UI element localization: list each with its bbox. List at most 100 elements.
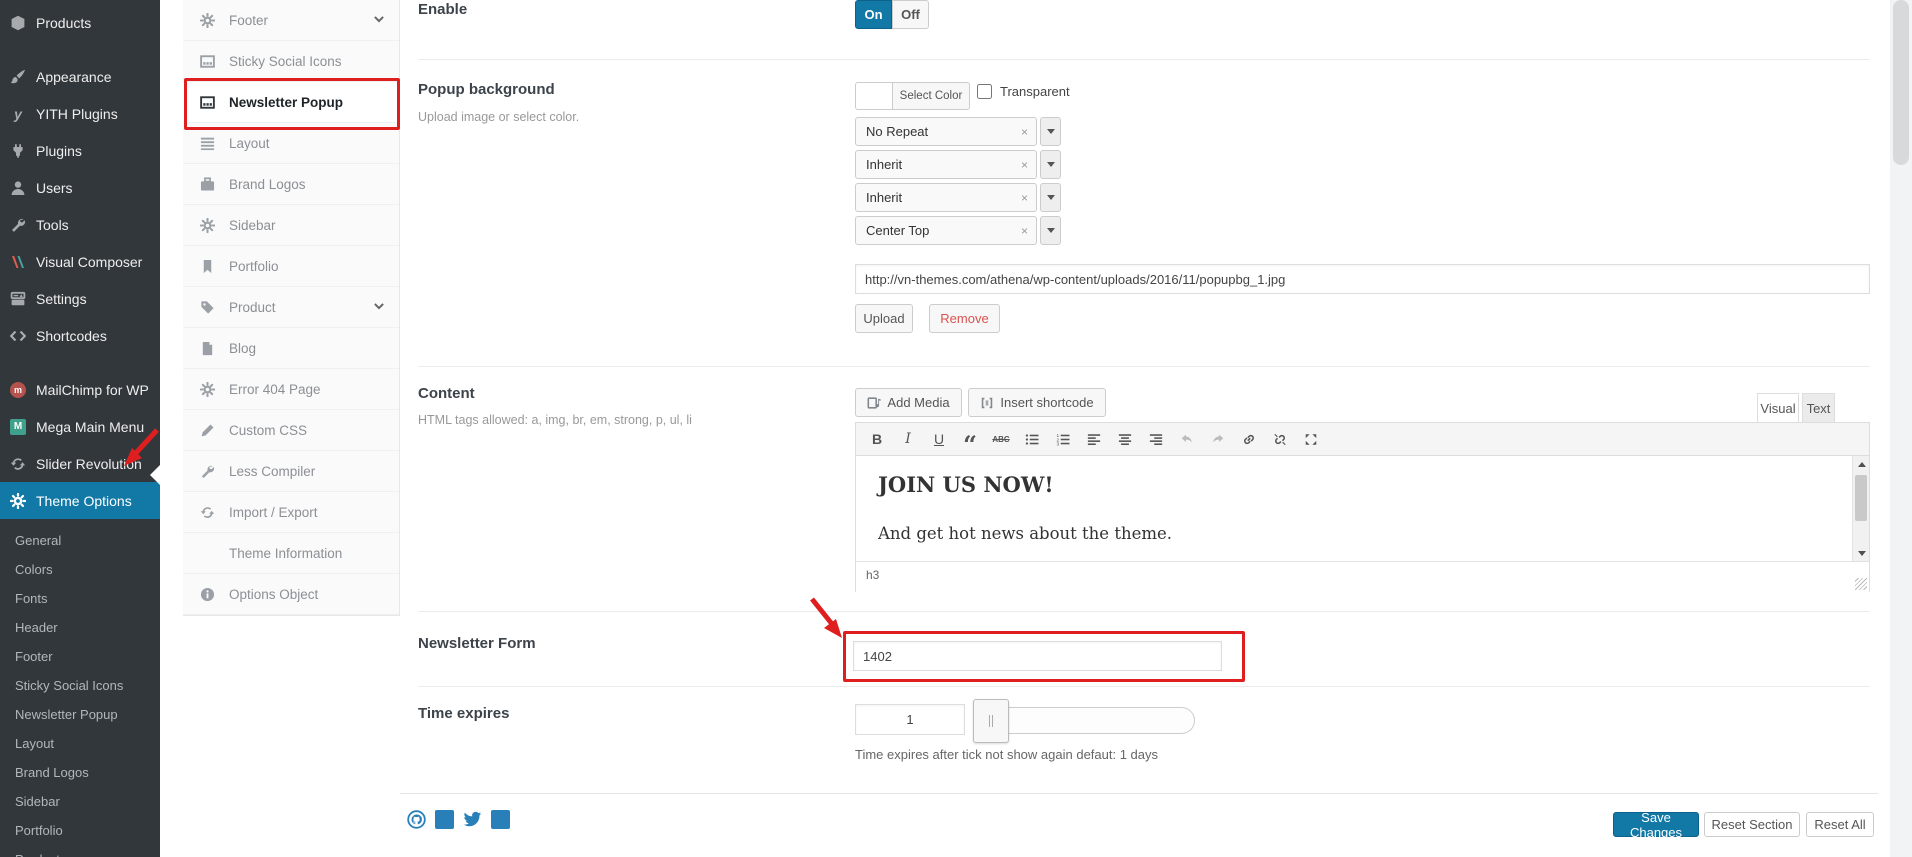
align-right-button[interactable] [1143, 427, 1169, 451]
sidebar-item-label: YITH Plugins [36, 106, 118, 122]
background-attachment-select[interactable]: Inherit× [855, 183, 1037, 212]
page-scrollbar[interactable] [1890, 0, 1912, 857]
github-icon[interactable] [407, 810, 426, 829]
clear-selection-icon[interactable]: × [1021, 158, 1028, 172]
facebook-icon[interactable]: f [435, 810, 454, 829]
enable-off-button[interactable]: Off [892, 0, 929, 29]
clear-selection-icon[interactable]: × [1021, 224, 1028, 238]
background-attachment-dropdown-arrow[interactable] [1040, 183, 1061, 212]
background-size-select[interactable]: Inherit× [855, 150, 1037, 179]
submenu-item-layout[interactable]: Layout [0, 729, 160, 758]
sidebar-item-theme-options[interactable]: Theme Options [0, 482, 160, 519]
background-size-dropdown-arrow[interactable] [1040, 150, 1061, 179]
background-repeat-select[interactable]: No Repeat× [855, 117, 1037, 146]
submenu-item-fonts[interactable]: Fonts [0, 584, 160, 613]
submenu-item-colors[interactable]: Colors [0, 555, 160, 584]
editor-content-area[interactable]: JOIN US NOW! And get hot news about the … [856, 456, 1869, 561]
sidebar-item-tools[interactable]: Tools [0, 206, 160, 243]
options-item-error-404[interactable]: Error 404 Page [183, 369, 399, 410]
enable-on-button[interactable]: On [855, 0, 892, 29]
sidebar-item-mega-main-menu[interactable]: MMega Main Menu [0, 408, 160, 445]
twitter-icon[interactable] [463, 810, 482, 829]
undo-button[interactable] [1174, 427, 1200, 451]
options-item-less-compiler[interactable]: Less Compiler [183, 451, 399, 492]
options-item-portfolio[interactable]: Portfolio [183, 246, 399, 287]
options-item-theme-information[interactable]: Theme Information [183, 533, 399, 574]
clear-selection-icon[interactable]: × [1021, 191, 1028, 205]
bulleted-list-button[interactable] [1019, 427, 1045, 451]
redo-button[interactable] [1205, 427, 1231, 451]
color-swatch[interactable] [855, 82, 893, 110]
options-item-sidebar[interactable]: Sidebar [183, 205, 399, 246]
background-position-select[interactable]: Center Top× [855, 216, 1037, 245]
add-media-button[interactable]: Add Media [855, 388, 962, 417]
bold-button[interactable]: B [864, 427, 890, 451]
align-center-button[interactable] [1112, 427, 1138, 451]
tab-text[interactable]: Text [1802, 393, 1835, 423]
reset-section-button[interactable]: Reset Section [1704, 812, 1800, 837]
time-expires-slider-handle[interactable] [973, 699, 1009, 743]
transparent-checkbox[interactable] [977, 84, 992, 99]
scrollbar-thumb[interactable] [1855, 475, 1867, 521]
save-changes-button[interactable]: Save Changes [1613, 812, 1699, 837]
sidebar-item-shortcodes[interactable]: Shortcodes [0, 317, 160, 354]
submenu-item-header[interactable]: Header [0, 613, 160, 642]
insert-shortcode-button[interactable]: Insert shortcode [968, 388, 1106, 417]
unlink-button[interactable] [1267, 427, 1293, 451]
sidebar-item-appearance[interactable]: Appearance [0, 58, 160, 95]
options-item-newsletter-popup[interactable]: Newsletter Popup [183, 82, 399, 123]
submenu-item-sticky-social-icons[interactable]: Sticky Social Icons [0, 671, 160, 700]
submenu-item-brand-logos[interactable]: Brand Logos [0, 758, 160, 787]
background-position-dropdown-arrow[interactable] [1040, 216, 1061, 245]
submenu-item-portfolio[interactable]: Portfolio [0, 816, 160, 845]
options-item-footer[interactable]: Footer [183, 0, 399, 41]
wordpress-admin-page: Products Appearance yYITH Plugins Plugin… [0, 0, 1912, 857]
sidebar-item-users[interactable]: Users [0, 169, 160, 206]
resize-grip-icon[interactable] [1855, 578, 1867, 590]
editor-scrollbar[interactable] [1852, 456, 1869, 561]
page-scrollbar-thumb[interactable] [1893, 0, 1909, 165]
align-left-button[interactable] [1081, 427, 1107, 451]
tab-visual[interactable]: Visual [1757, 393, 1799, 423]
remove-button[interactable]: Remove [929, 304, 1000, 333]
submenu-item-sidebar[interactable]: Sidebar [0, 787, 160, 816]
linkedin-icon[interactable]: in [491, 810, 510, 829]
numbered-list-button[interactable] [1050, 427, 1076, 451]
options-item-blog[interactable]: Blog [183, 328, 399, 369]
time-expires-slider-track[interactable] [990, 707, 1195, 734]
sidebar-item-yith-plugins[interactable]: yYITH Plugins [0, 95, 160, 132]
sidebar-item-products[interactable]: Products [0, 4, 160, 41]
sidebar-item-slider-revolution[interactable]: Slider Revolution [0, 445, 160, 482]
strikethrough-button[interactable]: ABC [988, 427, 1014, 451]
options-item-sticky-social-icons[interactable]: Sticky Social Icons [183, 41, 399, 82]
clear-selection-icon[interactable]: × [1021, 125, 1028, 139]
sidebar-item-visual-composer[interactable]: Visual Composer [0, 243, 160, 280]
scroll-up-icon[interactable] [1853, 456, 1870, 472]
options-item-layout[interactable]: Layout [183, 123, 399, 164]
submenu-item-footer[interactable]: Footer [0, 642, 160, 671]
sidebar-item-plugins[interactable]: Plugins [0, 132, 160, 169]
scroll-down-icon[interactable] [1853, 545, 1870, 561]
upload-button[interactable]: Upload [855, 304, 913, 333]
submenu-item-newsletter-popup[interactable]: Newsletter Popup [0, 700, 160, 729]
sidebar-item-settings[interactable]: Settings [0, 280, 160, 317]
reset-all-button[interactable]: Reset All [1806, 812, 1874, 837]
options-item-product[interactable]: Product [183, 287, 399, 328]
options-item-import-export[interactable]: Import / Export [183, 492, 399, 533]
select-color-button[interactable]: Select Color [892, 82, 970, 110]
options-item-brand-logos[interactable]: Brand Logos [183, 164, 399, 205]
submenu-item-general[interactable]: General [0, 526, 160, 555]
options-item-options-object[interactable]: Options Object [183, 574, 399, 615]
fullscreen-button[interactable] [1298, 427, 1324, 451]
options-item-custom-css[interactable]: Custom CSS [183, 410, 399, 451]
background-image-url-input[interactable] [855, 264, 1870, 294]
background-repeat-dropdown-arrow[interactable] [1040, 117, 1061, 146]
italic-button[interactable]: I [895, 427, 921, 451]
sidebar-item-mailchimp[interactable]: mMailChimp for WP [0, 371, 160, 408]
link-button[interactable] [1236, 427, 1262, 451]
underline-button[interactable]: U [926, 427, 952, 451]
newsletter-form-input[interactable] [853, 641, 1222, 671]
blockquote-button[interactable]: “ [957, 433, 983, 457]
time-expires-input[interactable] [855, 704, 965, 735]
submenu-item-product[interactable]: Product [0, 845, 160, 857]
